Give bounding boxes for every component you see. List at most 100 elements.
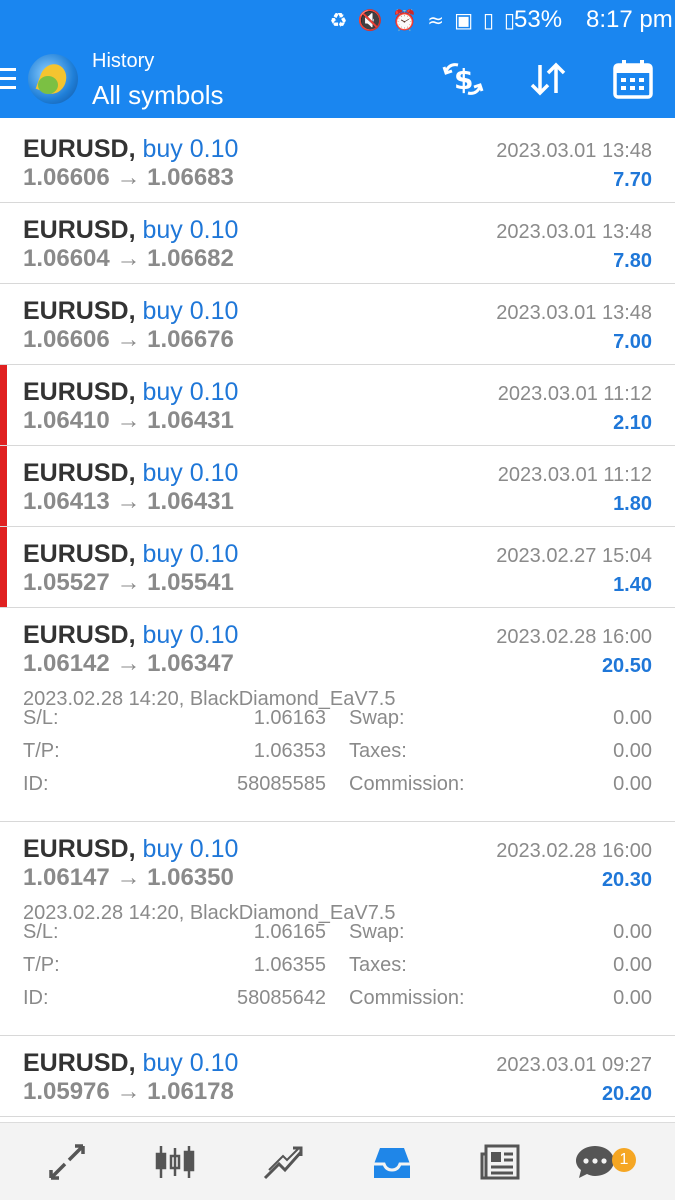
history-list: EURUSD, buy 0.10 1.06606 → 1.06683 2023.03.… [0, 122, 675, 1117]
history-row[interactable]: EURUSD, buy 0.10 1.06413 → 1.06431 2023.03.… [0, 446, 675, 527]
close-price: 1.06682 [147, 245, 234, 272]
close-price: 1.06431 [147, 407, 234, 434]
trade-side-volume: buy 0.10 [142, 135, 239, 163]
trade-side-volume: buy 0.10 [142, 216, 239, 244]
loss-marker [0, 365, 7, 445]
trade-time: 2023.03.01 11:12 [497, 464, 652, 486]
history-row[interactable]: EURUSD, buy 0.10 1.06606 → 1.06676 2023.03.… [0, 284, 675, 365]
trade-prices: 1.05527 → 1.05541 [23, 569, 234, 597]
detail-label: T/P: [23, 954, 60, 976]
arrow-icon: → [116, 245, 141, 272]
history-row[interactable]: EURUSD, buy 0.10 1.06410 → 1.06431 2023.03.… [0, 365, 675, 446]
trade-prices: 1.06410 → 1.06431 [23, 407, 234, 435]
page-title: History [92, 50, 155, 72]
trade-prices: 1.06147 → 1.06350 [23, 864, 234, 892]
arrow-icon: → [116, 650, 141, 677]
quotes-icon[interactable] [27, 1123, 107, 1201]
loss-marker [0, 527, 7, 607]
detail-label: Swap: [349, 707, 405, 729]
trade-symbol: EURUSD, [23, 216, 136, 244]
trade-prices: 1.05976 → 1.06178 [23, 1078, 234, 1106]
open-price: 1.06606 [23, 164, 110, 191]
close-price: 1.06178 [147, 1078, 234, 1105]
signal-icon: ▯ [482, 8, 494, 32]
detail-value: 58085642 [237, 987, 326, 1009]
open-price: 1.06142 [23, 650, 110, 677]
close-price: 1.06676 [147, 326, 234, 353]
calendar-icon[interactable] [610, 58, 656, 100]
trade-prices: 1.06142 → 1.06347 [23, 650, 234, 678]
trade-profit: 1.80 [613, 493, 652, 515]
detail-label: S/L: [23, 707, 59, 729]
trade-time: 2023.03.01 13:48 [496, 302, 652, 324]
close-price: 1.05541 [147, 569, 234, 596]
trade-side-volume: buy 0.10 [142, 621, 239, 649]
open-price: 1.06410 [23, 407, 110, 434]
trade-prices: 1.06413 → 1.06431 [23, 488, 234, 516]
arrow-icon: → [116, 164, 141, 191]
detail-value: 0.00 [613, 954, 652, 976]
status-bar: ♻ 🔇 ⏰ ≈ ▣ ▯ ▯ 53% 8:17 pm [0, 0, 675, 40]
trade-symbol: EURUSD, [23, 459, 136, 487]
detail-value: 0.00 [613, 987, 652, 1009]
toolbar: History All symbols $ [0, 40, 675, 118]
battery-level: 53% [514, 6, 563, 33]
trade-icon[interactable] [243, 1123, 323, 1201]
trade-profit: 2.10 [613, 412, 652, 434]
close-price: 1.06431 [147, 488, 234, 515]
trade-profit: 20.30 [601, 869, 652, 891]
trade-time: 2023.02.28 16:00 [496, 626, 652, 648]
trade-prices: 1.06606 → 1.06683 [23, 164, 234, 192]
sim-icon: ▣ [454, 8, 473, 32]
detail-label: Taxes: [349, 740, 407, 762]
history-row[interactable]: EURUSD, buy 0.10 1.06604 → 1.06682 2023.03.… [0, 203, 675, 284]
history-row[interactable]: EURUSD, buy 0.10 1.05976 → 1.06178 2023.03.… [0, 1036, 675, 1117]
trade-profit: 20.20 [601, 1083, 652, 1105]
trade-side-volume: buy 0.10 [142, 1049, 239, 1077]
detail-value: 1.06353 [253, 740, 326, 762]
status-icons: ♻ 🔇 ⏰ ≈ ▣ ▯ ▯ [330, 8, 515, 32]
arrow-icon: → [116, 864, 141, 891]
trade-symbol: EURUSD, [23, 621, 136, 649]
symbol-filter[interactable]: All symbols [92, 80, 223, 111]
arrow-icon: → [116, 488, 141, 515]
detail-label: ID: [23, 773, 49, 795]
trade-symbol: EURUSD, [23, 1049, 136, 1077]
svg-text:$: $ [454, 63, 473, 96]
open-price: 1.06606 [23, 326, 110, 353]
arrow-icon: → [116, 569, 141, 596]
arrow-icon: → [116, 407, 141, 434]
arrow-icon: → [116, 326, 141, 353]
detail-value: 1.06163 [253, 707, 326, 729]
history-row[interactable]: EURUSD, buy 0.10 1.06147 → 1.06350 2023.02.… [0, 822, 675, 1036]
detail-label: Commission: [349, 987, 465, 1009]
battery-saver-icon: ♻ [329, 8, 348, 32]
history-row[interactable]: EURUSD, buy 0.10 1.06606 → 1.06683 2023.03.… [0, 122, 675, 203]
trade-time: 2023.03.01 13:48 [496, 140, 652, 162]
mute-icon: 🔇 [357, 8, 383, 32]
history-icon[interactable] [352, 1123, 432, 1201]
app-logo [28, 54, 78, 104]
trade-profit: 7.00 [613, 331, 652, 353]
history-row[interactable]: EURUSD, buy 0.10 1.05527 → 1.05541 2023.02.… [0, 527, 675, 608]
detail-label: S/L: [23, 921, 59, 943]
detail-value: 0.00 [613, 921, 652, 943]
menu-icon[interactable] [0, 68, 16, 90]
trade-symbol: EURUSD, [23, 135, 136, 163]
currency-swap-icon[interactable]: $ [440, 58, 486, 100]
history-row[interactable]: EURUSD, buy 0.10 1.06142 → 1.06347 2023.02.… [0, 608, 675, 822]
clock: 8:17 pm [586, 6, 673, 33]
wifi-icon: ≈ [427, 8, 445, 32]
trade-side-volume: buy 0.10 [142, 297, 239, 325]
trade-profit: 7.70 [613, 169, 652, 191]
trade-symbol: EURUSD, [23, 297, 136, 325]
chart-icon[interactable] [135, 1123, 215, 1201]
detail-label: Commission: [349, 773, 465, 795]
sort-icon[interactable] [525, 58, 571, 100]
alarm-icon: ⏰ [392, 8, 418, 32]
trade-symbol: EURUSD, [23, 378, 136, 406]
news-icon[interactable] [460, 1123, 540, 1201]
detail-value: 58085585 [237, 773, 326, 795]
open-price: 1.06604 [23, 245, 110, 272]
trade-time: 2023.03.01 11:12 [497, 383, 652, 405]
